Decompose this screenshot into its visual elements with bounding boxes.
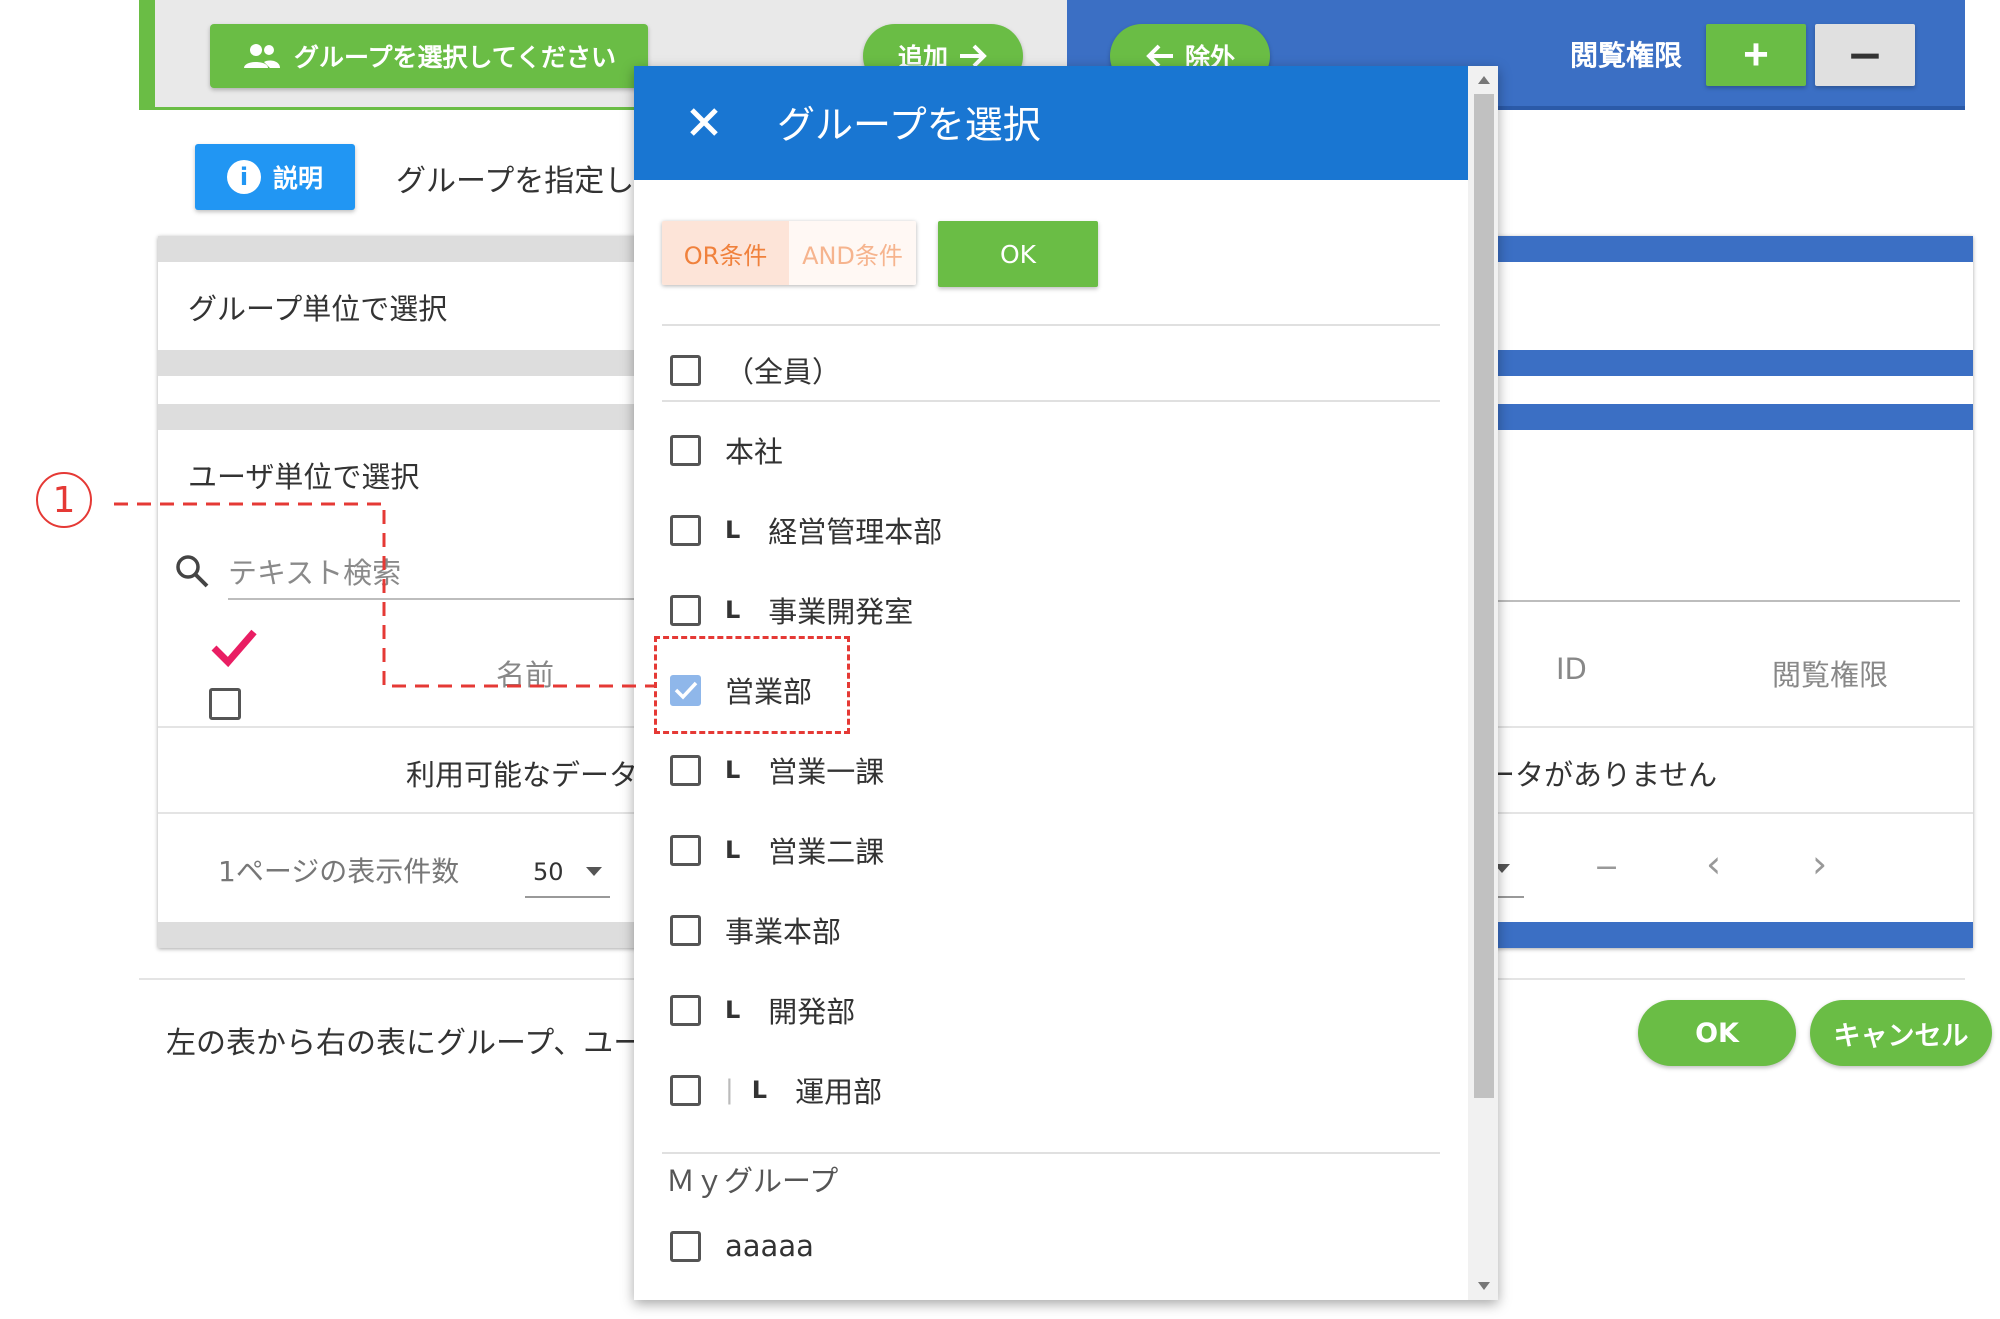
- group-unit-header: グループ単位で選択: [188, 292, 448, 326]
- group-item[interactable]: L 営業一課: [670, 750, 884, 790]
- checkmark-icon: [211, 629, 257, 668]
- all-members-divider: [662, 400, 1440, 402]
- group-item-checkbox[interactable]: [670, 594, 701, 626]
- group-item-checkbox[interactable]: [670, 354, 701, 386]
- group-item[interactable]: 事業本部: [670, 910, 841, 950]
- or-condition-button[interactable]: OR条件: [662, 221, 789, 285]
- group-item-checkbox[interactable]: [670, 994, 701, 1026]
- modal-ok-button[interactable]: OK: [938, 221, 1098, 287]
- footer-ok-button[interactable]: OK: [1638, 1000, 1796, 1066]
- condition-toggle: OR条件 AND条件: [662, 221, 916, 285]
- right-strip-3: [1480, 404, 1973, 430]
- and-condition-button[interactable]: AND条件: [789, 221, 916, 285]
- select-all-checkbox[interactable]: [209, 688, 241, 720]
- group-item-label: 本社: [725, 435, 784, 469]
- group-item-label: 事業開発室: [768, 595, 914, 629]
- modal-scrollbar-thumb[interactable]: [1474, 94, 1494, 1098]
- tree-branch-bar: |: [725, 1075, 734, 1105]
- right-search-underline: [1480, 600, 1960, 602]
- info-icon: i: [226, 160, 261, 194]
- group-item-checkbox[interactable]: [670, 834, 701, 866]
- search-icon: [176, 555, 209, 588]
- tree-indent-icon: L: [725, 516, 741, 544]
- body-divider-right: [1480, 812, 1973, 814]
- right-bottom-strip: [1480, 922, 1973, 948]
- select-group-button[interactable]: グループを選択してください: [210, 24, 648, 88]
- group-item[interactable]: （全員）: [670, 350, 841, 390]
- pager-range: −: [1594, 850, 1620, 885]
- card-top-strip: [158, 236, 638, 262]
- permission-label: 閲覧権限: [1570, 39, 1683, 72]
- body-divider: [158, 812, 638, 814]
- annotation-number: 1: [36, 472, 92, 528]
- group-item-label: 営業二課: [768, 835, 885, 869]
- group-item-checkbox[interactable]: [670, 514, 701, 546]
- group-item-label: 運用部: [795, 1075, 883, 1109]
- select-group-label: グループを選択してください: [293, 44, 616, 72]
- footer-text: 左の表から右の表にグループ、ユー: [166, 1026, 644, 1061]
- rows-per-page-value: 50: [533, 858, 564, 886]
- card-strip-3: [158, 404, 638, 430]
- help-label: 説明: [272, 164, 323, 193]
- user-unit-header: ユーザ単位で選択: [188, 460, 420, 494]
- scroll-down-icon[interactable]: [1474, 1276, 1494, 1296]
- description-text: グループを指定し: [396, 164, 635, 199]
- rows-per-page-label: 1ページの表示件数: [218, 855, 460, 888]
- mygroup-header: Ｍｙグループ: [666, 1164, 839, 1198]
- close-icon[interactable]: [682, 100, 726, 144]
- plus-button[interactable]: +: [1706, 24, 1806, 86]
- modal-title: グループを選択: [777, 103, 1041, 147]
- tree-indent-icon: L: [725, 596, 741, 624]
- no-data-left: 利用可能なデータ: [406, 758, 639, 792]
- group-item-checkbox[interactable]: [670, 754, 701, 786]
- group-item-checkbox[interactable]: [670, 1074, 701, 1106]
- group-item[interactable]: L 営業二課: [670, 830, 884, 870]
- right-card: [1480, 236, 1973, 948]
- group-item-checkbox[interactable]: [670, 434, 701, 466]
- group-item-label: 事業本部: [725, 915, 842, 949]
- group-item-label: 開発部: [768, 995, 856, 1029]
- dropdown-caret-icon: [586, 867, 602, 876]
- footer-cancel-button[interactable]: キャンセル: [1810, 1000, 1992, 1066]
- no-data-right: ータがありません: [1486, 758, 1718, 792]
- help-button[interactable]: i 説明: [195, 144, 355, 210]
- group-item-checkbox[interactable]: [670, 914, 701, 946]
- card-bottom-strip: [158, 922, 638, 948]
- group-item[interactable]: | L 運用部: [670, 1070, 882, 1110]
- modal-divider-mygroup: [662, 1152, 1440, 1154]
- rows-per-page-select[interactable]: 50: [525, 848, 610, 898]
- col-id: ID: [1556, 652, 1587, 686]
- col-permission: 閲覧権限: [1772, 658, 1889, 692]
- pager-prev-button[interactable]: ‹: [1706, 842, 1721, 886]
- mygroup-item-checkbox[interactable]: [670, 1230, 701, 1262]
- group-item[interactable]: L 経営管理本部: [670, 510, 942, 550]
- tree-indent-icon: L: [751, 1076, 768, 1104]
- pager-next-button[interactable]: ›: [1812, 842, 1827, 886]
- group-item[interactable]: L 事業開発室: [670, 590, 913, 630]
- mygroup-item-label: aaaaa: [725, 1229, 814, 1263]
- group-item-label: （全員）: [725, 355, 842, 389]
- modal-header: グループを選択: [634, 66, 1468, 180]
- tree-indent-icon: L: [725, 836, 741, 864]
- group-item-label: 営業一課: [768, 755, 885, 789]
- modal-divider-top: [662, 324, 1440, 326]
- header-divider: [158, 726, 638, 728]
- header-divider-right: [1480, 726, 1973, 728]
- mygroup-item[interactable]: aaaaa: [670, 1226, 814, 1266]
- minus-button[interactable]: −: [1815, 24, 1915, 86]
- right-strip-1: [1480, 236, 1973, 262]
- tree-indent-icon: L: [725, 756, 741, 784]
- annotation-highlight-box: [654, 636, 850, 734]
- col-name: 名前: [496, 658, 555, 692]
- right-strip-2: [1480, 350, 1973, 376]
- group-icon: [243, 44, 280, 68]
- search-input[interactable]: [228, 548, 638, 600]
- scroll-up-icon[interactable]: [1474, 70, 1494, 90]
- card-strip-2: [158, 350, 638, 376]
- tree-indent-icon: L: [725, 996, 741, 1024]
- group-item-label: 経営管理本部: [768, 515, 943, 549]
- group-item[interactable]: L 開発部: [670, 990, 855, 1030]
- group-item[interactable]: 本社: [670, 430, 783, 470]
